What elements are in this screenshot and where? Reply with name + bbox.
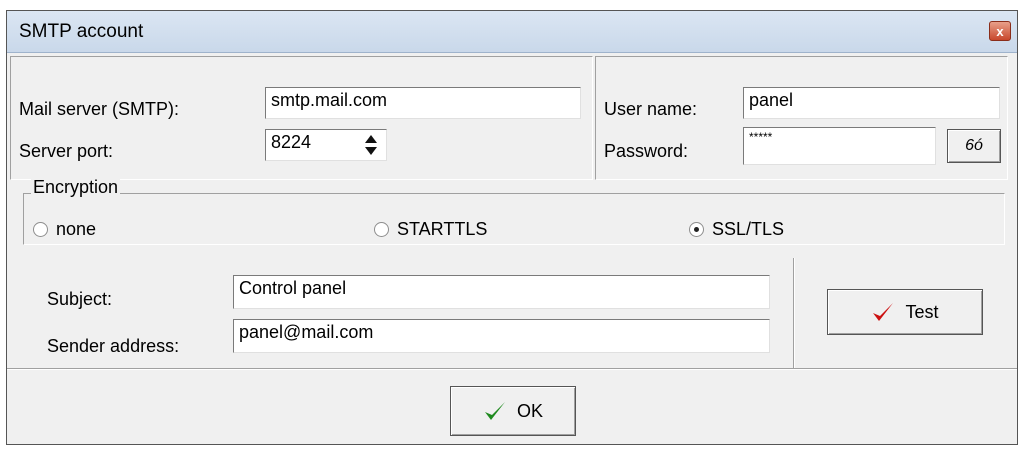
radio-starttls-circle xyxy=(374,222,389,237)
subject-label: Subject: xyxy=(47,289,113,309)
sender-address-label: Sender address: xyxy=(47,336,180,356)
vertical-separator xyxy=(793,258,795,368)
test-button[interactable]: Test xyxy=(827,289,983,335)
radio-starttls-label: STARTTLS xyxy=(397,219,488,239)
password-label: Password: xyxy=(604,141,689,161)
radio-ssl-tls[interactable]: SSL/TLS xyxy=(689,219,784,240)
server-port-value: 8224 xyxy=(271,132,312,152)
sender-address-input[interactable]: panel@mail.com xyxy=(233,319,770,353)
show-password-button[interactable]: 6ó xyxy=(947,129,1001,163)
password-input[interactable]: ***** xyxy=(743,127,936,165)
server-port-label: Server port: xyxy=(19,141,114,161)
glasses-icon: 6ó xyxy=(965,137,983,154)
ok-button-label: OK xyxy=(516,400,543,421)
red-checkmark-icon xyxy=(873,303,894,321)
close-button[interactable]: x xyxy=(989,21,1011,41)
window-title: SMTP account xyxy=(19,21,144,42)
radio-starttls[interactable]: STARTTLS xyxy=(374,219,487,240)
radio-ssl-tls-label: SSL/TLS xyxy=(712,219,785,239)
encryption-groupbox xyxy=(23,193,1005,245)
title-bar[interactable]: SMTP account x xyxy=(7,11,1017,53)
smtp-account-dialog: SMTP account x Mail server (SMTP): smtp.… xyxy=(6,10,1018,445)
dialog-client-area: Mail server (SMTP): smtp.mail.com Server… xyxy=(7,53,1017,444)
test-button-label: Test xyxy=(905,301,939,322)
radio-none-label: none xyxy=(56,219,97,239)
horizontal-separator xyxy=(7,368,1017,370)
user-name-label: User name: xyxy=(604,99,698,119)
mail-server-label: Mail server (SMTP): xyxy=(19,99,180,119)
radio-ssl-tls-circle xyxy=(689,222,704,237)
radio-none-circle xyxy=(33,222,48,237)
radio-selected-dot xyxy=(694,227,699,232)
green-checkmark-icon xyxy=(484,402,505,420)
ok-button[interactable]: OK xyxy=(450,386,576,436)
close-icon: x xyxy=(996,24,1004,39)
encryption-group-label: Encryption xyxy=(31,177,121,198)
mail-server-input[interactable]: smtp.mail.com xyxy=(265,87,581,119)
subject-input[interactable]: Control panel xyxy=(233,275,770,309)
port-spinner-icon[interactable] xyxy=(360,130,382,160)
radio-none[interactable]: none xyxy=(33,219,96,240)
user-name-input[interactable]: panel xyxy=(743,87,1000,119)
